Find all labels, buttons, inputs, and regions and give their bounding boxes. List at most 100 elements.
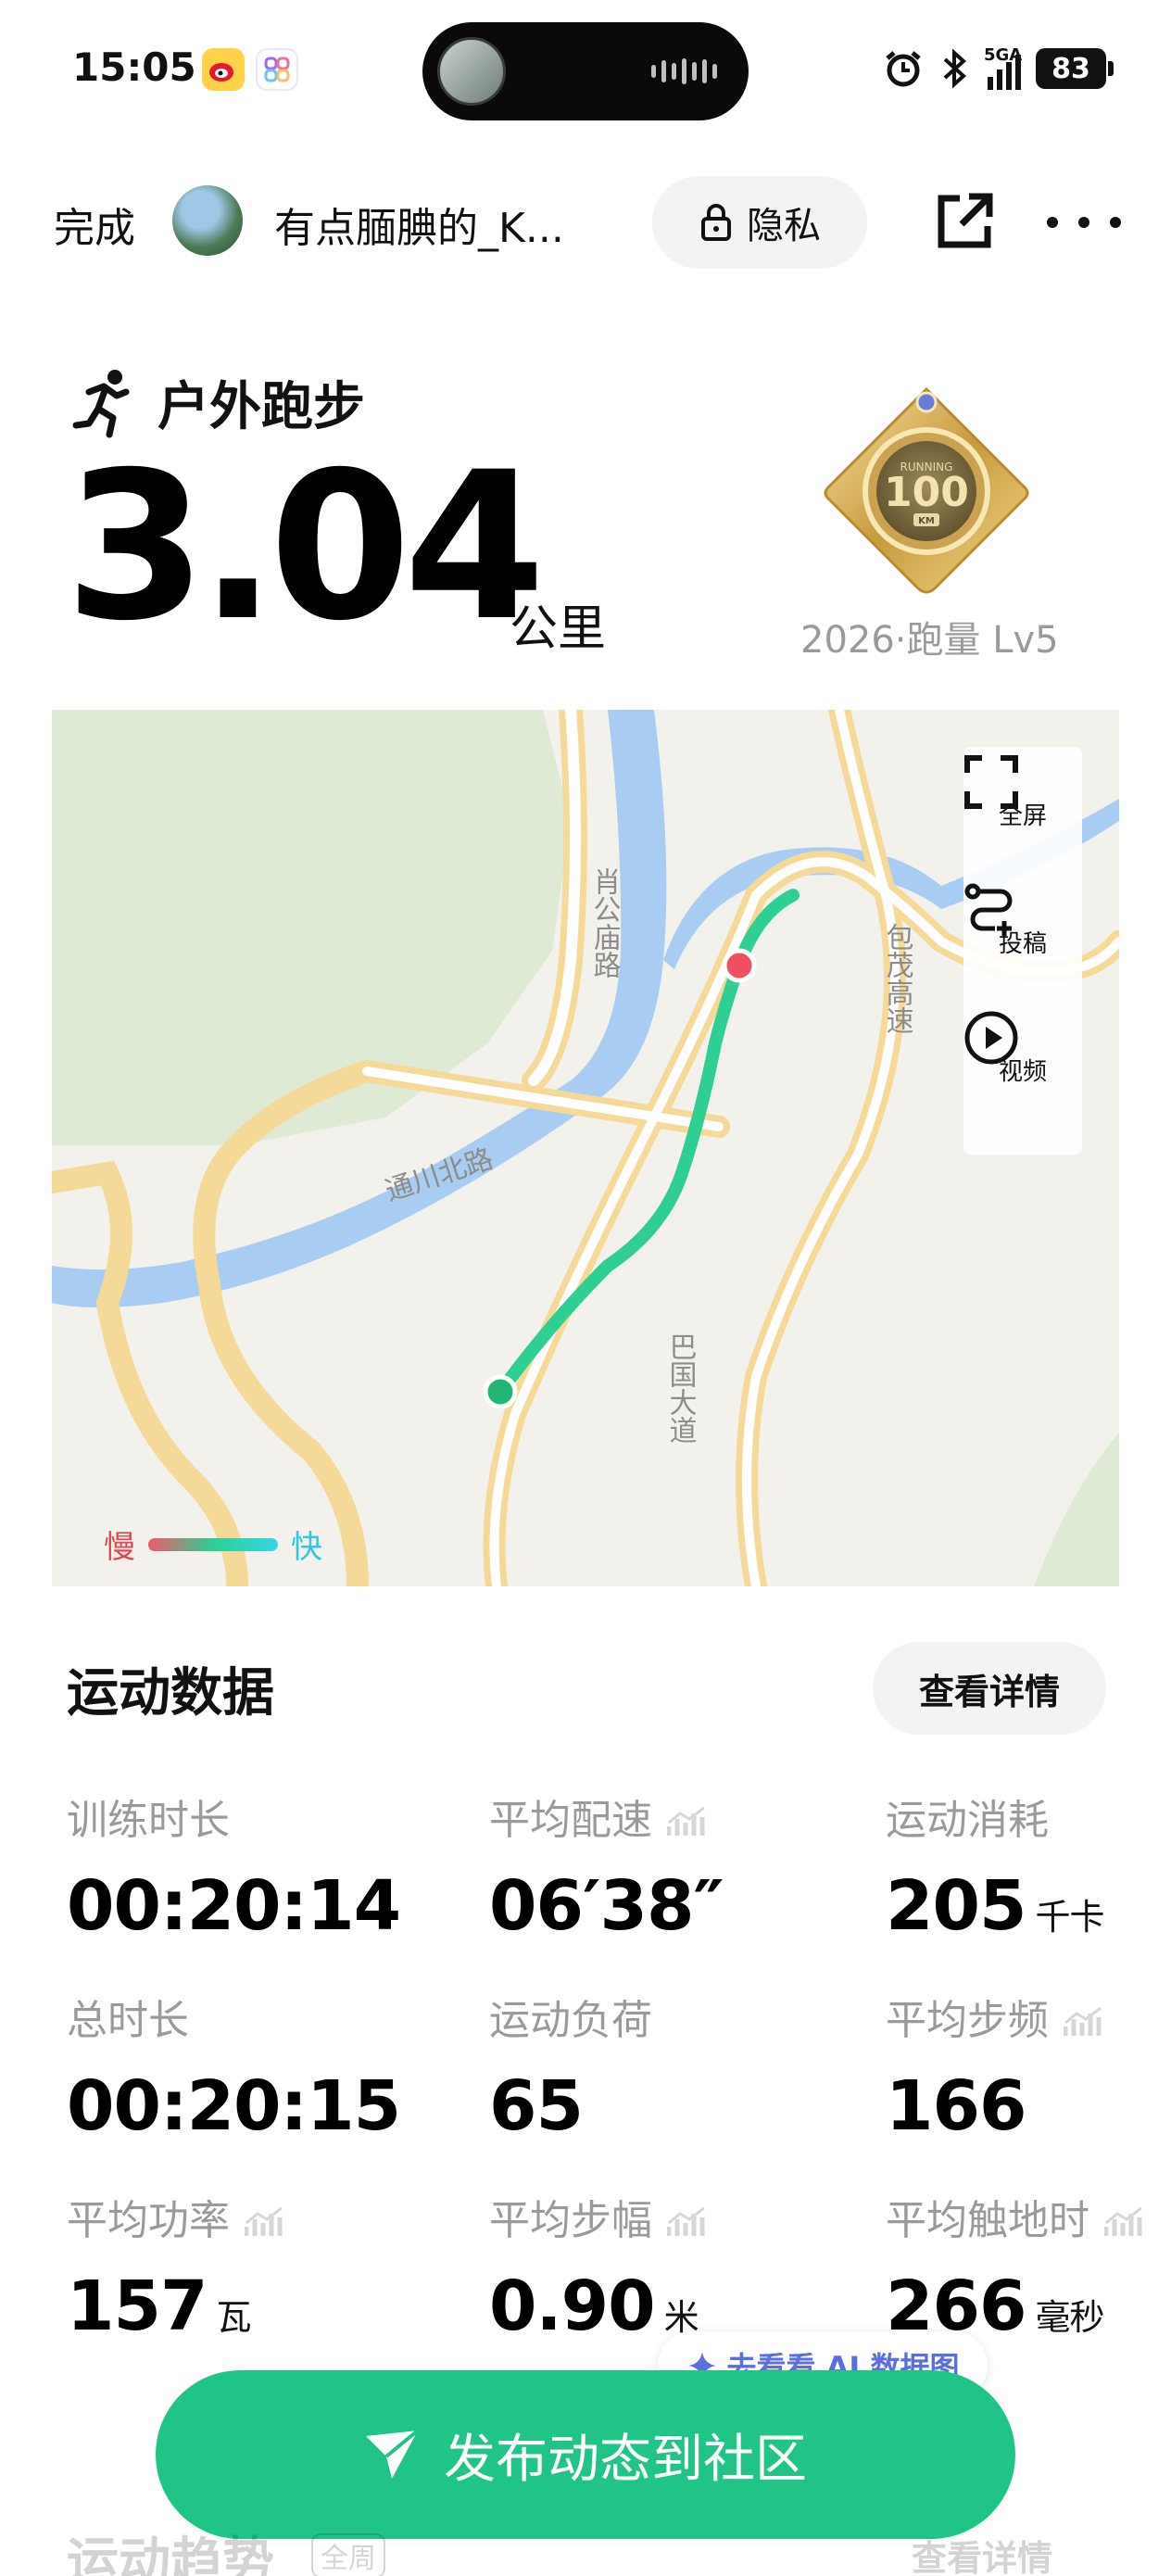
- medal-badge[interactable]: RUNNING 100 KM: [815, 380, 1038, 602]
- battery-icon: 83: [1036, 48, 1114, 89]
- publish-label: 发布动态到社区: [444, 2429, 807, 2490]
- metric-label-text: 平均功率: [67, 2197, 230, 2244]
- route-submit-button[interactable]: 投稿: [963, 882, 1082, 1001]
- video-button[interactable]: 视频: [963, 1010, 1082, 1129]
- metric-unit: 毫秒: [1035, 2297, 1104, 2338]
- metric-cell[interactable]: 平均触地时 266 毫秒: [886, 2187, 1171, 2346]
- audio-wave-icon: [651, 57, 717, 85]
- metric-value-text: 00:20:14: [67, 1866, 401, 1946]
- metric-value-text: 166: [886, 2066, 1026, 2146]
- metric-unit: 千卡: [1035, 1897, 1104, 1938]
- metric-label: 训练时长: [67, 1787, 437, 1846]
- play-icon: [964, 1011, 1018, 1065]
- metric-label: 平均步频: [886, 1987, 1171, 2046]
- metric-label: 运动负荷: [489, 1987, 860, 2046]
- privacy-label: 隐私: [747, 205, 821, 247]
- signal-icon: 5GA: [984, 47, 1022, 90]
- island-avatar: [437, 37, 506, 106]
- privacy-button[interactable]: 隐私: [652, 176, 867, 269]
- distance-unit: 公里: [510, 601, 607, 657]
- status-icons: 5GA 83: [882, 41, 1114, 96]
- metric-cell[interactable]: 平均配速 06′38″: [489, 1787, 860, 1946]
- lock-icon: [701, 204, 731, 241]
- road-label-1: 肖公庙路: [588, 867, 621, 979]
- metric-label-text: 运动消耗: [886, 1797, 1049, 1844]
- pace-legend: 慢 快: [104, 1522, 322, 1567]
- metric-value-text: 0.90: [489, 2267, 656, 2346]
- road-label-3: 包茂高速: [881, 923, 913, 1034]
- metric-label-text: 平均步幅: [489, 2197, 652, 2244]
- share-icon[interactable]: [932, 189, 997, 254]
- metric-label-text: 平均触地时: [886, 2197, 1089, 2244]
- medal-label: 2026·跑量 Lv5: [800, 619, 1059, 662]
- route-map[interactable]: 肖公庙路 通川北路 包茂高速 巴国大道 全屏 投稿 视频 慢 快: [52, 710, 1119, 1586]
- done-button[interactable]: 完成: [54, 195, 135, 254]
- metric-cell: 训练时长 00:20:14: [67, 1787, 437, 1946]
- medal-number: 100: [884, 469, 969, 516]
- start-marker[interactable]: [483, 1374, 518, 1409]
- view-details-button[interactable]: 查看详情: [873, 1642, 1106, 1735]
- metric-cell: 运动负荷 65: [489, 1987, 860, 2146]
- alarm-icon: [886, 51, 921, 87]
- top-header: 完成 有点腼腆的_K... 隐私: [0, 167, 1171, 278]
- metric-value-text: 157: [67, 2267, 208, 2346]
- metric-value: 205 千卡: [886, 1866, 1171, 1946]
- metric-value: 00:20:14: [67, 1866, 437, 1946]
- metric-label-text: 总时长: [67, 1997, 189, 2044]
- end-marker[interactable]: [722, 948, 757, 983]
- sports-trend-section: 运动趋势 全周 查看详情: [0, 2502, 1171, 2576]
- road-label-4: 巴国大道: [664, 1332, 697, 1444]
- metric-unit: 瓦: [216, 2297, 251, 2338]
- weibo-icon: [202, 48, 245, 91]
- metric-value-text: 65: [489, 2066, 584, 2146]
- metric-label: 平均功率: [67, 2187, 437, 2246]
- trend-chart-icon[interactable]: [666, 2201, 706, 2236]
- metric-value: 65: [489, 2066, 860, 2146]
- metric-cell[interactable]: 平均步频 166: [886, 1987, 1171, 2146]
- trend-chart-icon[interactable]: [1063, 2001, 1102, 2036]
- map-canvas[interactable]: 肖公庙路 通川北路 包茂高速 巴国大道: [52, 710, 1119, 1586]
- trend-range-chip[interactable]: 全周: [311, 2533, 385, 2576]
- legend-slow: 慢: [104, 1529, 135, 1566]
- metric-label-text: 训练时长: [67, 1797, 230, 1844]
- green-area-2: [1034, 1433, 1119, 1586]
- metric-cell: 运动消耗 205 千卡: [886, 1787, 1171, 1946]
- dynamic-island[interactable]: [422, 22, 749, 120]
- distance-value: 3.04: [65, 428, 546, 665]
- metric-label-text: 平均步频: [886, 1997, 1049, 2044]
- bluetooth-icon: [943, 48, 966, 89]
- metric-value-text: 205: [886, 1866, 1026, 1946]
- metric-label: 总时长: [67, 1987, 437, 2046]
- metric-label-text: 平均配速: [489, 1797, 652, 1844]
- status-time: 15:05: [72, 44, 196, 90]
- trend-chart-icon[interactable]: [1103, 2201, 1143, 2236]
- fullscreen-button[interactable]: 全屏: [963, 754, 1082, 873]
- metric-cell[interactable]: 平均功率 157 瓦: [67, 2187, 437, 2346]
- metric-cell[interactable]: 平均步幅 0.90 米: [489, 2187, 860, 2346]
- map-toolbar: 全屏 投稿 视频: [963, 747, 1082, 1155]
- legend-fast: 快: [291, 1529, 322, 1566]
- workout-summary: 户外跑步 3.04 公里 RUNNING 100 KM 2026·跑量 Lv5: [0, 352, 1171, 667]
- route-submit-icon: [964, 883, 1013, 936]
- metric-label-text: 运动负荷: [489, 1997, 652, 2044]
- trend-chart-icon[interactable]: [244, 2201, 283, 2236]
- trend-details-button[interactable]: 查看详情: [912, 2530, 1052, 2576]
- metric-label: 平均步幅: [489, 2187, 860, 2246]
- app-icon: [256, 48, 298, 91]
- section-title: 运动数据: [67, 1663, 274, 1724]
- fullscreen-icon: [964, 755, 1018, 809]
- avatar[interactable]: [172, 185, 243, 256]
- status-bar: 15:05 5GA 83: [0, 0, 1171, 139]
- metric-value: 157 瓦: [67, 2267, 437, 2346]
- medal-tag: KM: [918, 516, 935, 526]
- metric-label: 平均触地时: [886, 2187, 1171, 2246]
- metric-value-text: 00:20:15: [67, 2066, 401, 2146]
- metric-label: 平均配速: [489, 1787, 860, 1846]
- username[interactable]: 有点腼腆的_K...: [274, 195, 564, 254]
- more-icon[interactable]: [1047, 195, 1121, 250]
- metric-value: 00:20:15: [67, 2066, 437, 2146]
- metric-value: 06′38″: [489, 1866, 860, 1946]
- metric-value: 166: [886, 2066, 1171, 2146]
- trend-chart-icon[interactable]: [666, 1800, 706, 1836]
- metric-value-text: 06′38″: [489, 1866, 724, 1946]
